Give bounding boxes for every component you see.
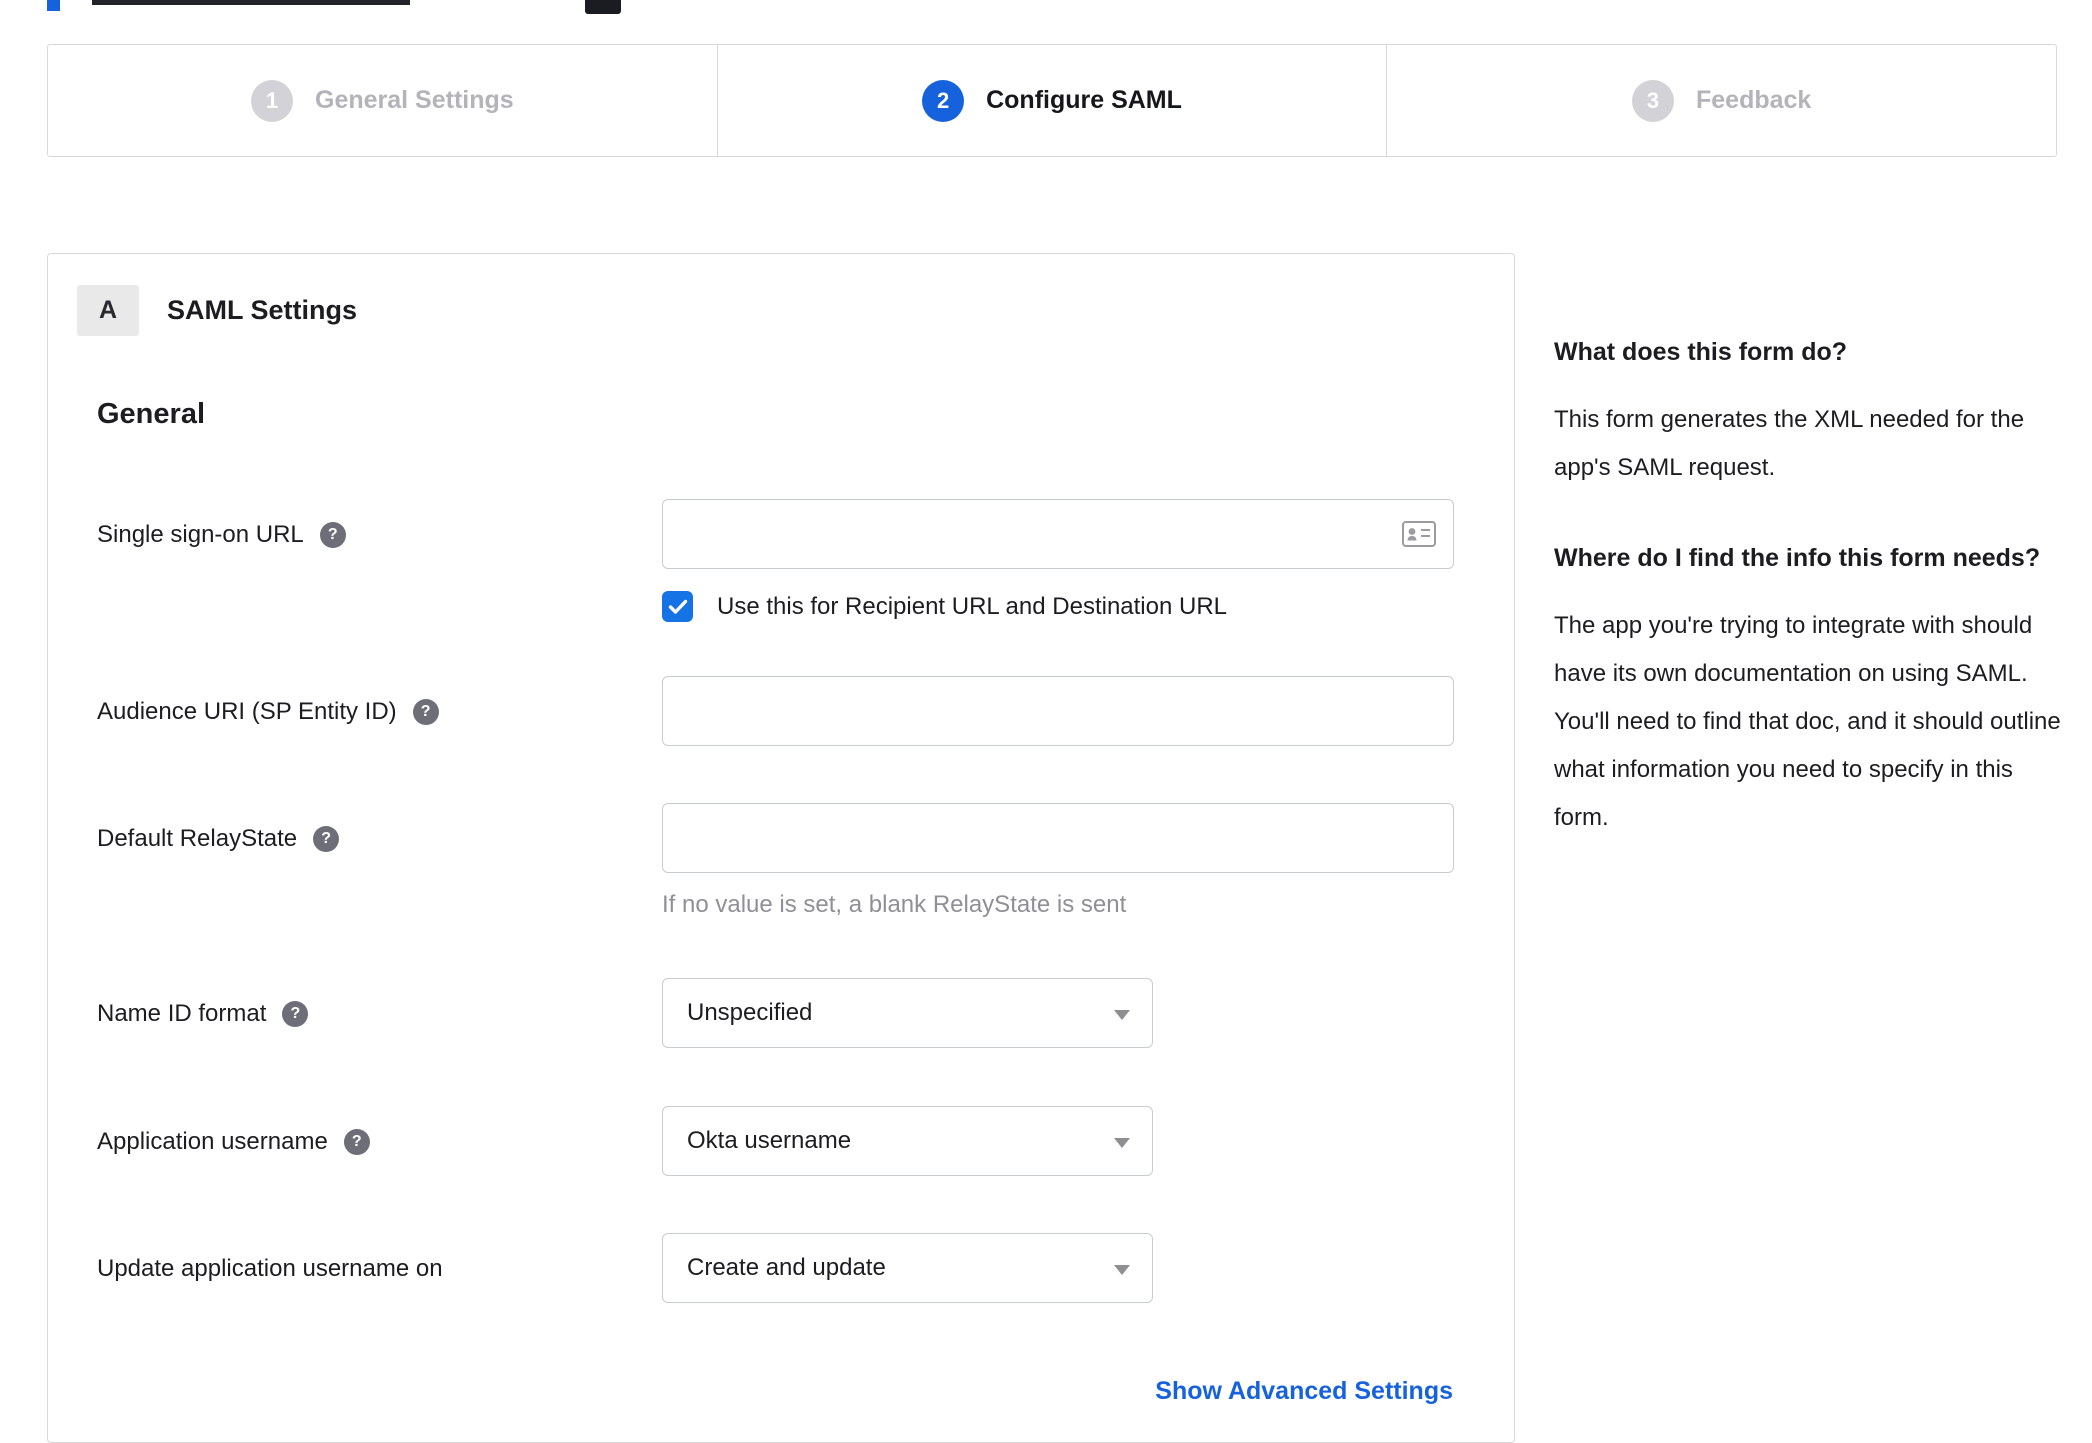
step-number-badge: 1 [251,79,293,122]
name-id-format-label-wrap: Name ID format ? [97,978,662,1050]
help-icon[interactable]: ? [319,522,346,548]
section-a-badge: A [77,285,139,336]
help-icon[interactable]: ? [282,1001,309,1027]
sso-url-input[interactable] [662,499,1454,569]
step-feedback[interactable]: 3 Feedback [1386,45,2056,156]
panel-header: A SAML Settings [48,285,1514,336]
chevron-down-icon [1114,1265,1130,1275]
recipient-url-checkbox[interactable] [662,591,693,622]
application-username-select[interactable]: Okta username [662,1106,1153,1176]
chevron-down-icon [1114,1010,1130,1020]
sso-url-input-wrap [662,499,1454,569]
sso-url-field: Use this for Recipient URL and Destinati… [662,499,1454,622]
application-username-row: Application username ? Okta username [48,1106,1514,1178]
update-username-value: Create and update [687,1254,886,1281]
application-username-label-wrap: Application username ? [97,1106,662,1178]
relay-state-hint: If no value is set, a blank RelayState i… [662,891,1127,918]
advanced-settings-row: Show Advanced Settings [97,1377,1453,1406]
audience-uri-label: Audience URI (SP Entity ID) [97,698,397,725]
show-advanced-settings-link[interactable]: Show Advanced Settings [1155,1377,1453,1405]
sso-url-label-wrap: Single sign-on URL ? [97,499,662,571]
update-username-select[interactable]: Create and update [662,1233,1153,1303]
step-label: Feedback [1696,86,1812,114]
step-label: General Settings [315,86,514,114]
general-group-title: General [97,398,205,430]
audience-uri-input[interactable] [662,676,1454,746]
help-sidebar: What does this form do? This form genera… [1554,330,2066,842]
name-id-format-value: Unspecified [687,999,813,1026]
audience-uri-row: Audience URI (SP Entity ID) ? [48,676,1514,748]
contact-card-icon [1402,521,1436,552]
relay-state-label-wrap: Default RelayState ? [97,803,662,875]
step-number-badge: 3 [1632,79,1674,122]
step-number-badge: 2 [922,79,965,122]
panel-title: SAML Settings [167,295,358,325]
help-icon[interactable]: ? [313,826,340,852]
saml-form: Single sign-on URL ? Use this for Recipi… [48,499,1514,1406]
chevron-down-icon [1114,1138,1130,1148]
help-icon[interactable]: ? [343,1129,370,1155]
application-username-label: Application username [97,1128,328,1155]
audience-uri-field [662,676,1454,748]
step-configure-saml[interactable]: 2 Configure SAML [716,45,1387,156]
update-username-field: Create and update [662,1233,1153,1305]
sidebar-question-1: What does this form do? [1554,338,1848,366]
cropped-header-fragment [47,0,60,11]
recipient-url-checkbox-row: Use this for Recipient URL and Destinati… [662,591,1454,622]
recipient-url-checkbox-label: Use this for Recipient URL and Destinati… [717,592,1228,620]
application-username-value: Okta username [687,1127,852,1154]
sidebar-answer-2: The app you're trying to integrate with … [1554,612,2061,831]
wizard-stepper: 1 General Settings 2 Configure SAML 3 Fe… [47,44,2057,157]
sidebar-answer-1: This form generates the XML needed for t… [1554,406,2025,481]
name-id-format-select[interactable]: Unspecified [662,978,1153,1048]
audience-uri-label-wrap: Audience URI (SP Entity ID) ? [97,676,662,748]
audience-uri-input-wrap [662,676,1454,746]
relay-state-row: Default RelayState ? If no value is set,… [48,803,1514,919]
help-icon[interactable]: ? [412,699,439,725]
cropped-header-fragment [585,0,621,14]
step-label: Configure SAML [986,86,1182,114]
relay-state-field: If no value is set, a blank RelayState i… [662,803,1454,919]
step-general-settings[interactable]: 1 General Settings [48,45,717,156]
name-id-format-label: Name ID format [97,1000,267,1027]
relay-state-input-wrap [662,803,1454,873]
name-id-format-field: Unspecified [662,978,1153,1050]
update-username-row: Update application username on Create an… [48,1233,1514,1305]
update-username-label: Update application username on [97,1255,443,1282]
cropped-header-fragment [92,0,410,5]
sso-url-label: Single sign-on URL [97,521,304,548]
relay-state-label: Default RelayState [97,825,298,852]
saml-settings-panel: A SAML Settings General Single sign-on U… [47,253,1515,1443]
name-id-format-row: Name ID format ? Unspecified [48,978,1514,1050]
application-username-field: Okta username [662,1106,1153,1178]
sso-url-row: Single sign-on URL ? Use this for Recipi… [48,499,1514,622]
update-username-label-wrap: Update application username on [97,1233,662,1305]
relay-state-input[interactable] [662,803,1454,873]
sidebar-question-2: Where do I find the info this form needs… [1554,544,2041,572]
